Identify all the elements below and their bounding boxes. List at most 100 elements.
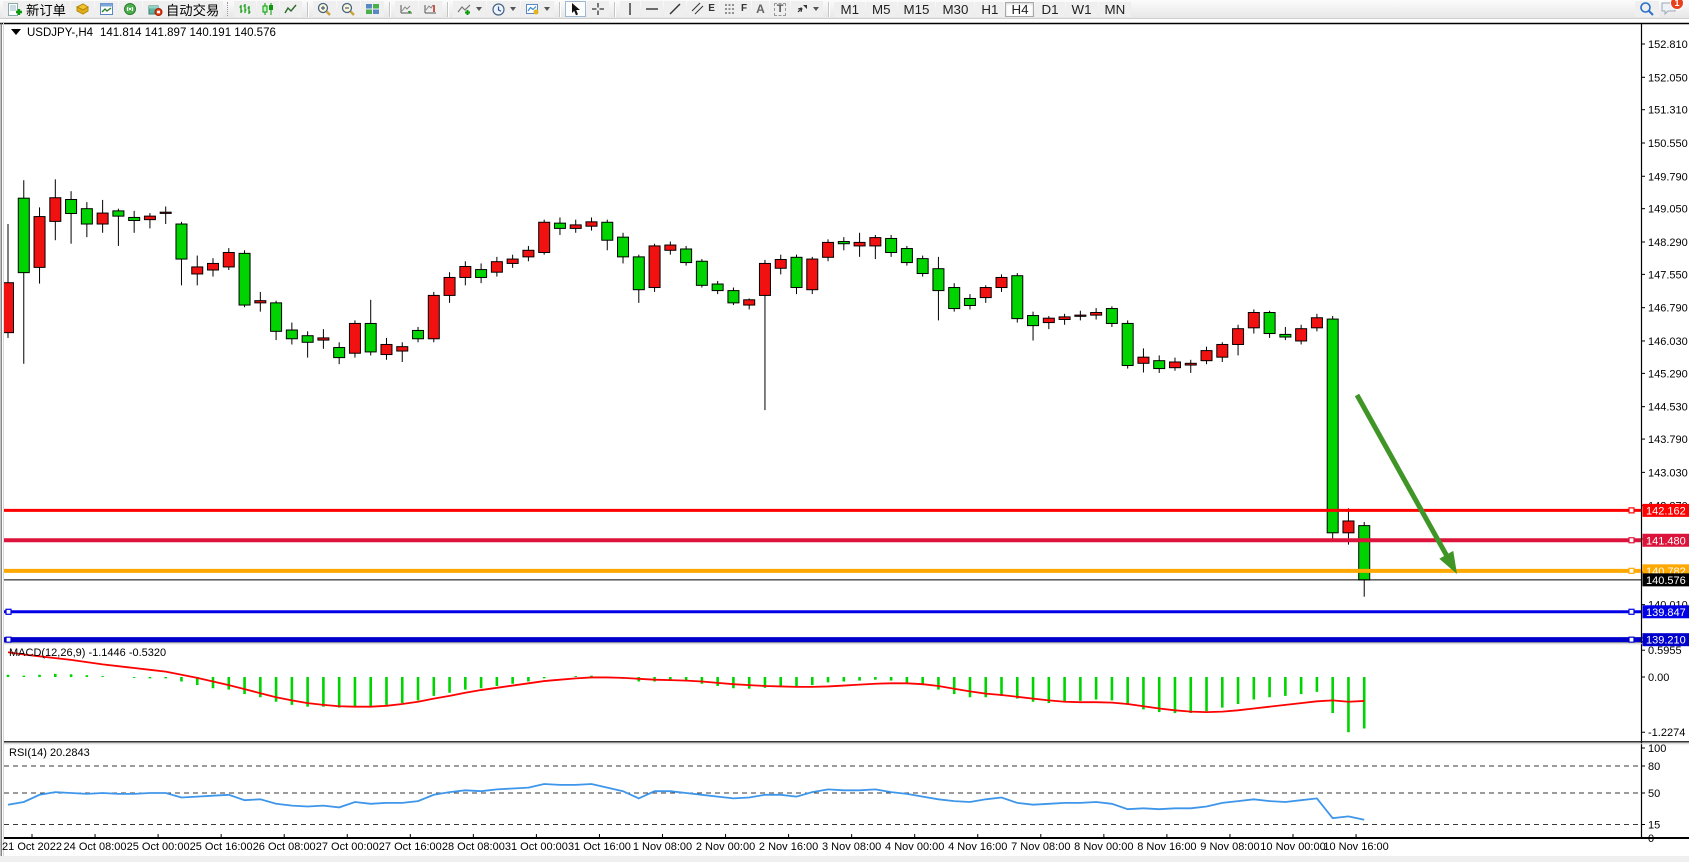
timeframe-m15[interactable]: M15 [898,2,936,17]
candle [113,211,124,216]
price-line-label: 139.847 [1646,607,1686,619]
candle [208,263,219,270]
time-tick-label: 4 Nov 00:00 [885,841,944,853]
bar-chart-button[interactable] [234,1,256,17]
candle [491,262,502,273]
timeframe-d1[interactable]: D1 [1035,2,1064,17]
price-tick-label: 143.030 [1648,467,1688,479]
price-tick-label: 152.810 [1648,39,1688,51]
timeframe-m5[interactable]: M5 [866,2,897,17]
candle [1059,317,1070,320]
indicators-icon [457,2,472,16]
bar-chart-icon [238,2,252,16]
signals-button[interactable] [119,1,142,17]
templates-button[interactable] [521,1,554,17]
candle [823,242,834,257]
candle [3,283,14,333]
tile-windows-button[interactable] [361,1,384,17]
candle [696,261,707,285]
search-icon [1639,1,1655,17]
cursor-tool-button[interactable] [565,1,586,17]
timeframe-m30[interactable]: M30 [936,2,974,17]
time-tick-label: 10 Nov 00:00 [1260,841,1325,853]
timeframe-mn[interactable]: MN [1099,2,1132,17]
line-chart-icon [284,2,298,16]
price-tick-label: 143.790 [1648,434,1688,446]
timeframe-m1[interactable]: M1 [834,2,865,17]
hline-141.480[interactable] [4,538,1641,543]
horizontal-line-icon [645,2,659,16]
timeframe-h1[interactable]: H1 [975,2,1004,17]
candle [854,242,865,246]
text-label-tool-button[interactable]: T [770,1,791,17]
auto-scroll-button[interactable] [395,1,418,17]
candle [870,238,881,246]
candle [381,344,392,354]
equidistant-channel-tool-button[interactable]: E [687,1,719,17]
hline-139.210[interactable] [4,637,1641,642]
candlestick-chart-button[interactable] [257,1,279,17]
chart-shift-button[interactable] [419,1,442,17]
candle [949,288,960,309]
timeframe-w1[interactable]: W1 [1066,2,1098,17]
candle [933,269,944,291]
candle [554,223,565,228]
new-order-label: 新订单 [26,0,66,19]
signal-icon [123,2,138,16]
candle [1043,318,1054,322]
zoom-out-button[interactable] [337,1,360,17]
candle [901,249,912,263]
candle [81,209,92,224]
price-tick-label: 145.290 [1648,368,1688,380]
periods-button[interactable] [487,1,520,17]
trendline-tool-button[interactable] [664,1,686,17]
hline-handle [1629,538,1634,543]
candle [239,253,250,305]
main-toolbar: 新订单 自动交易 [0,0,1689,19]
fibonacci-letter: F [741,4,747,14]
hline-handle [1629,508,1634,513]
autotrading-button[interactable]: 自动交易 [143,1,223,17]
fibonacci-tool-button[interactable]: F [720,1,751,17]
price-tick-label: 150.550 [1648,138,1688,150]
new-chart-button[interactable] [95,1,118,17]
candle [129,217,140,220]
crosshair-tool-button[interactable] [587,1,609,17]
timeframe-h4[interactable]: H4 [1005,2,1034,17]
candle [807,259,818,290]
candle [18,198,29,272]
text-tool-button[interactable]: A [752,1,769,17]
market-watch-button[interactable] [71,1,94,17]
candle [1091,312,1102,315]
rsi-axis-label: 0 [1648,833,1654,845]
rsi-axis-label: 80 [1648,761,1660,773]
clock-icon [491,2,506,17]
indicators-button[interactable] [453,1,486,17]
zoom-in-icon [317,2,332,17]
horizontal-line-tool-button[interactable] [641,1,663,17]
candle [728,291,739,303]
new-order-button[interactable]: 新订单 [3,1,70,17]
candle [964,298,975,305]
zoom-in-button[interactable] [313,1,336,17]
price-tick-label: 147.550 [1648,269,1688,281]
candle [365,323,376,351]
candle [34,217,45,268]
search-button[interactable] [1635,1,1659,17]
time-tick-label: 2 Nov 00:00 [696,841,755,853]
line-chart-button[interactable] [280,1,302,17]
chart-canvas[interactable]: 152.810152.050151.310150.550149.790149.0… [0,0,1689,862]
hline-140.782[interactable] [4,568,1641,573]
candle [759,263,770,295]
arrows-tool-button[interactable] [791,1,823,17]
macd-axis-label: -1.2274 [1648,727,1685,739]
price-tick-label: 146.790 [1648,303,1688,315]
crosshair-icon [591,2,605,16]
vertical-line-tool-button[interactable] [620,1,640,17]
notifications-button[interactable]: 1 [1660,0,1678,19]
candle [334,348,345,358]
trendline-icon [668,2,682,16]
candle [318,338,329,340]
symbol-label: USDJPY-,H4 [27,27,94,39]
dropdown-caret [544,7,550,11]
